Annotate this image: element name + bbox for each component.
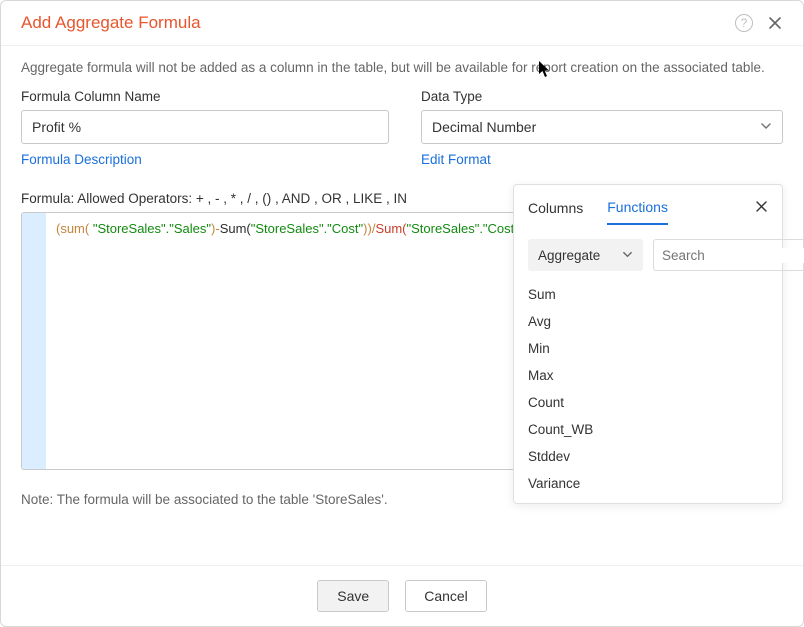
panel-tabs: Columns Functions bbox=[528, 199, 768, 225]
search-input[interactable] bbox=[662, 248, 804, 263]
function-item[interactable]: Variance bbox=[528, 476, 768, 491]
chevron-down-icon bbox=[760, 119, 772, 135]
function-item[interactable]: Count bbox=[528, 395, 768, 410]
function-search[interactable] bbox=[653, 239, 804, 271]
function-category-select[interactable]: Aggregate bbox=[528, 239, 643, 271]
formula-description-link[interactable]: Formula Description bbox=[21, 152, 389, 167]
type-col: Data Type Decimal Number Edit Format bbox=[421, 89, 783, 167]
edit-format-link[interactable]: Edit Format bbox=[421, 152, 783, 167]
formula-name-input[interactable] bbox=[21, 110, 389, 144]
name-col: Formula Column Name Formula Description bbox=[21, 89, 389, 167]
panel-controls: Aggregate bbox=[528, 239, 768, 271]
help-icon[interactable]: ? bbox=[735, 14, 753, 32]
editor-gutter bbox=[22, 213, 46, 469]
function-item[interactable]: Min bbox=[528, 341, 768, 356]
name-label: Formula Column Name bbox=[21, 89, 389, 104]
dialog-footer: Save Cancel bbox=[1, 565, 803, 626]
data-type-select[interactable]: Decimal Number bbox=[421, 110, 783, 144]
function-item[interactable]: Sum bbox=[528, 287, 768, 302]
function-item[interactable]: Count_WB bbox=[528, 422, 768, 437]
dialog-title: Add Aggregate Formula bbox=[21, 13, 735, 33]
form-row: Formula Column Name Formula Description … bbox=[1, 81, 803, 167]
function-item[interactable]: Avg bbox=[528, 314, 768, 329]
editor-wrapper: (sum( "StoreSales"."Sales")-Sum("StoreSa… bbox=[21, 212, 783, 470]
panel-close-icon[interactable] bbox=[755, 200, 768, 218]
tab-functions[interactable]: Functions bbox=[607, 199, 668, 225]
type-label: Data Type bbox=[421, 89, 783, 104]
function-item[interactable]: Max bbox=[528, 368, 768, 383]
functions-panel: Columns Functions Aggregate bbox=[513, 184, 783, 504]
close-icon[interactable] bbox=[767, 15, 783, 31]
save-button[interactable]: Save bbox=[317, 580, 389, 612]
tab-columns[interactable]: Columns bbox=[528, 200, 583, 224]
chevron-down-icon bbox=[622, 248, 633, 263]
cancel-button[interactable]: Cancel bbox=[405, 580, 487, 612]
function-item[interactable]: Stddev bbox=[528, 449, 768, 464]
function-list: Sum Avg Min Max Count Count_WB Stddev Variance bbox=[528, 287, 768, 491]
add-aggregate-dialog: Add Aggregate Formula ? Aggregate formul… bbox=[0, 0, 804, 627]
category-value: Aggregate bbox=[538, 248, 600, 263]
data-type-value: Decimal Number bbox=[432, 119, 536, 135]
dialog-subtitle: Aggregate formula will not be added as a… bbox=[1, 46, 803, 81]
dialog-header: Add Aggregate Formula ? bbox=[1, 1, 803, 46]
formula-code[interactable]: (sum( "StoreSales"."Sales")-Sum("StoreSa… bbox=[46, 213, 560, 469]
